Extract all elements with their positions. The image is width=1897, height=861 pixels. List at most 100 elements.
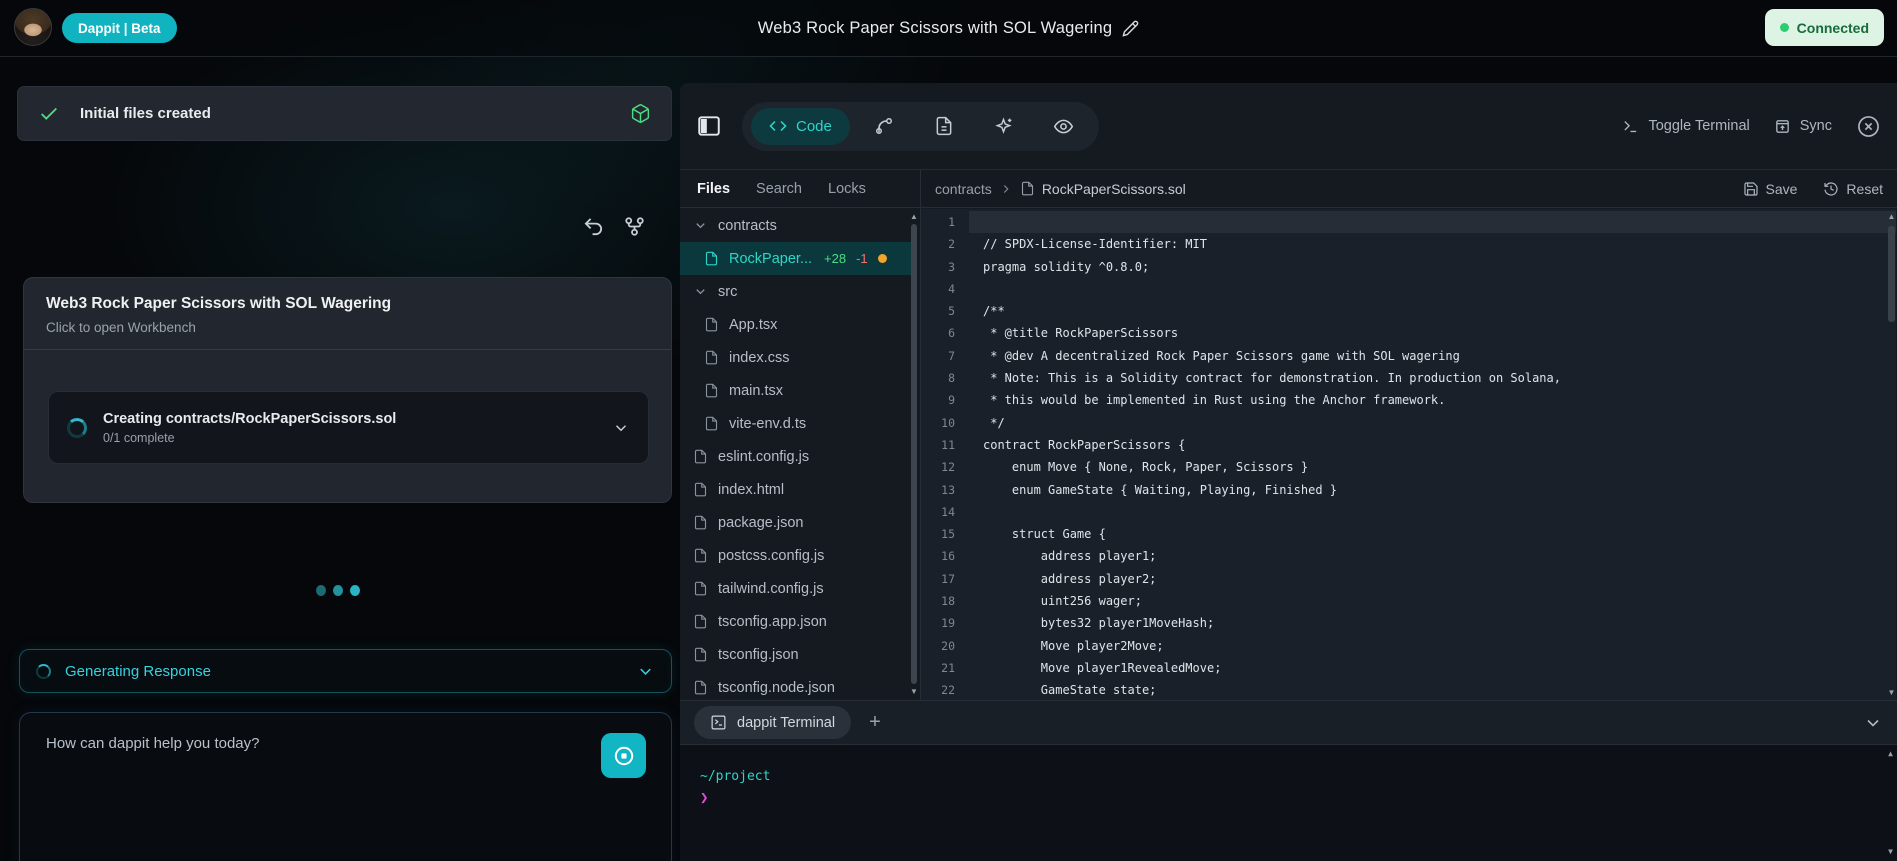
line-number: 7 <box>921 345 969 367</box>
generating-label: Generating Response <box>65 663 622 680</box>
tab-code[interactable]: Code <box>751 108 850 145</box>
tree-folder-contracts[interactable]: contracts <box>680 209 913 242</box>
code-line: GameState state; <box>969 679 1896 700</box>
stop-generation-button[interactable] <box>601 733 646 778</box>
tree-file-vite-env-d-ts[interactable]: vite-env.d.ts <box>680 407 913 440</box>
workbench-card[interactable]: Web3 Rock Paper Scissors with SOL Wageri… <box>23 277 672 503</box>
task-card[interactable]: Creating contracts/RockPaperScissors.sol… <box>48 391 649 464</box>
tab-sparkles-icon[interactable] <box>978 108 1030 145</box>
toggle-terminal-button[interactable]: Toggle Terminal <box>1622 118 1749 135</box>
line-number-gutter: 12345678910111213141516171819202122 <box>921 209 969 700</box>
check-icon <box>38 103 60 125</box>
scroll-up-icon[interactable]: ▲ <box>1887 212 1896 222</box>
files-created-notification: Initial files created <box>17 86 672 141</box>
chat-input-box[interactable]: How can dappit help you today? <box>19 712 672 861</box>
terminal-scrollbar[interactable]: ▲ ▼ <box>1886 749 1895 857</box>
line-number: 17 <box>921 568 969 590</box>
tab-git-branch-icon[interactable] <box>858 108 910 145</box>
code-line: Move player1RevealedMove; <box>969 657 1896 679</box>
code-line: enum Move { None, Rock, Paper, Scissors … <box>969 456 1896 478</box>
code-line: * @title RockPaperScissors <box>969 322 1896 344</box>
chat-panel: Initial files created Web3 Rock Paper Sc… <box>0 57 676 861</box>
code-line: contract RockPaperScissors { <box>969 434 1896 456</box>
workbench-main: Files Search Locks contractsRockPaper...… <box>680 170 1897 700</box>
chevron-down-icon[interactable] <box>636 662 655 681</box>
line-number: 14 <box>921 501 969 523</box>
chevron-down-icon[interactable] <box>612 419 630 437</box>
terminal-tab[interactable]: dappit Terminal <box>694 706 851 739</box>
reset-label: Reset <box>1846 181 1883 197</box>
fork-button[interactable] <box>623 215 646 238</box>
loading-dots <box>0 585 676 596</box>
brand-badge-label: Dappit | Beta <box>78 21 161 36</box>
modified-dot-icon <box>878 254 887 263</box>
tree-file-eslint-config-js[interactable]: eslint.config.js <box>680 440 913 473</box>
tab-preview-eye-icon[interactable] <box>1038 108 1090 145</box>
toggle-sidebar-icon[interactable] <box>696 113 722 139</box>
tab-search[interactable]: Search <box>756 181 802 197</box>
save-button[interactable]: Save <box>1743 181 1798 197</box>
terminal-output[interactable]: ~/project ❯ ▲ ▼ <box>680 745 1897 861</box>
chevron-right-icon <box>999 182 1013 196</box>
tree-folder-src[interactable]: src <box>680 275 913 308</box>
line-number: 3 <box>921 256 969 278</box>
tree-file-index-html[interactable]: index.html <box>680 473 913 506</box>
new-terminal-plus-icon[interactable]: + <box>869 711 881 734</box>
code-line: pragma solidity ^0.8.0; <box>969 256 1896 278</box>
scroll-up-icon[interactable]: ▲ <box>1886 749 1895 759</box>
line-number: 15 <box>921 523 969 545</box>
code-editor: contracts RockPaperScissors.sol Save <box>921 170 1897 700</box>
generating-response-bar[interactable]: Generating Response <box>19 649 672 693</box>
scroll-down-icon[interactable]: ▼ <box>1887 688 1896 698</box>
line-number: 2 <box>921 233 969 255</box>
editor-actions: Save Reset <box>1743 181 1884 197</box>
scrollbar-thumb[interactable] <box>911 224 917 684</box>
code-line <box>969 501 1896 523</box>
code-line: address player1; <box>969 545 1896 567</box>
tree-file-app-tsx[interactable]: App.tsx <box>680 308 913 341</box>
scroll-down-icon[interactable]: ▼ <box>1886 847 1895 857</box>
terminal-tab-label: dappit Terminal <box>737 715 835 731</box>
editor-scrollbar[interactable]: ▲ ▼ <box>1887 212 1896 698</box>
terminal-prompt: ❯ <box>700 790 708 806</box>
user-avatar[interactable] <box>14 8 52 46</box>
task-info: Creating contracts/RockPaperScissors.sol… <box>103 411 596 445</box>
code-line: uint256 wager; <box>969 590 1896 612</box>
tree-file-index-css[interactable]: index.css <box>680 341 913 374</box>
close-workbench-icon[interactable] <box>1856 114 1881 139</box>
tree-file-main-tsx[interactable]: main.tsx <box>680 374 913 407</box>
tab-locks[interactable]: Locks <box>828 181 866 197</box>
scroll-up-icon[interactable]: ▲ <box>910 212 918 222</box>
code-line: */ <box>969 412 1896 434</box>
tab-files[interactable]: Files <box>697 181 730 197</box>
tree-file-tsconfig-app-json[interactable]: tsconfig.app.json <box>680 605 913 638</box>
breadcrumb-folder[interactable]: contracts <box>935 181 992 197</box>
breadcrumb: contracts RockPaperScissors.sol Save <box>921 170 1897 208</box>
undo-button[interactable] <box>582 215 605 238</box>
tree-file-tailwind-config-js[interactable]: tailwind.config.js <box>680 572 913 605</box>
brand-badge[interactable]: Dappit | Beta <box>62 13 177 43</box>
chat-input-placeholder: How can dappit help you today? <box>46 735 259 752</box>
tab-file-text-icon[interactable] <box>918 108 970 145</box>
toggle-terminal-label: Toggle Terminal <box>1648 118 1749 134</box>
tree-file-tsconfig-json[interactable]: tsconfig.json <box>680 638 913 671</box>
collapse-terminal-icon[interactable] <box>1863 713 1883 733</box>
tree-file-rockpaper-[interactable]: RockPaper...+28-1 <box>680 242 913 275</box>
toolbar-right-actions: Toggle Terminal Sync <box>1622 114 1881 139</box>
workbench-card-header: Web3 Rock Paper Scissors with SOL Wageri… <box>24 278 671 350</box>
notification-text: Initial files created <box>80 105 610 122</box>
tree-file-package-json[interactable]: package.json <box>680 506 913 539</box>
package-box-icon[interactable] <box>630 103 651 124</box>
tree-file-tsconfig-node-json[interactable]: tsconfig.node.json <box>680 671 913 700</box>
code-line: /** <box>969 300 1896 322</box>
line-number: 5 <box>921 300 969 322</box>
scroll-down-icon[interactable]: ▼ <box>910 687 918 697</box>
sync-button[interactable]: Sync <box>1774 118 1832 135</box>
code-area[interactable]: 12345678910111213141516171819202122 // S… <box>921 209 1896 700</box>
reset-button[interactable]: Reset <box>1823 181 1883 197</box>
tree-file-postcss-config-js[interactable]: postcss.config.js <box>680 539 913 572</box>
diff-additions: +28 <box>824 251 846 266</box>
edit-title-icon[interactable] <box>1122 20 1139 37</box>
scrollbar-thumb[interactable] <box>1888 226 1895 322</box>
explorer-scrollbar[interactable]: ▲ ▼ <box>910 212 918 697</box>
